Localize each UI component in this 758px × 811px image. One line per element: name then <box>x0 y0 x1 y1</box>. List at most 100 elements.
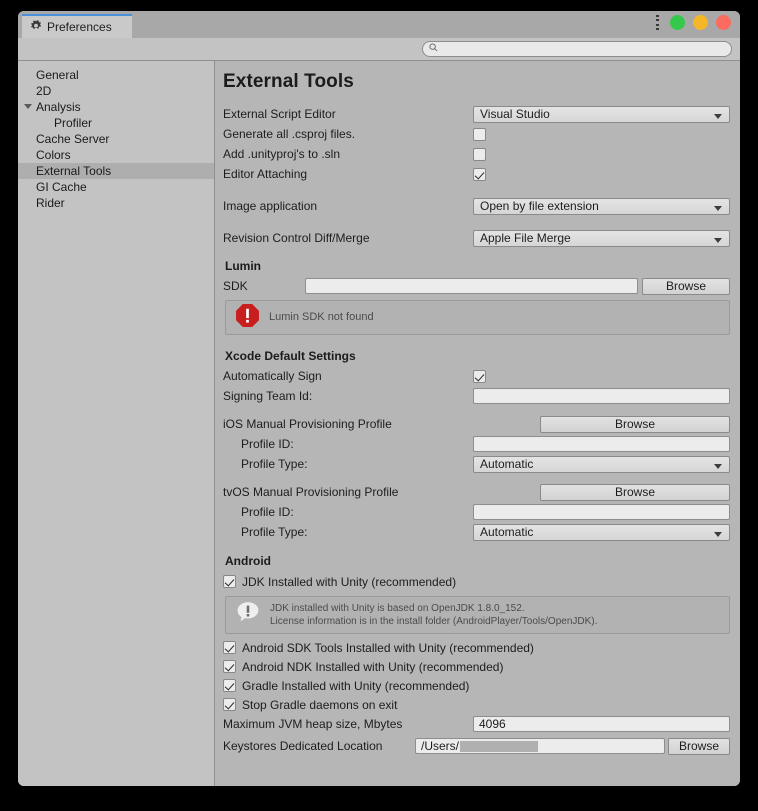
row-signing-team-id: Signing Team Id: <box>223 387 730 405</box>
page-title: External Tools <box>223 71 354 92</box>
revision-control-label: Revision Control Diff/Merge <box>223 231 370 245</box>
generate-csproj-label: Generate all .csproj files. <box>223 127 356 141</box>
preferences-window: Preferences General 2D Analysis Profiler… <box>18 11 740 786</box>
sidebar-item-label: Cache Server <box>36 132 110 146</box>
row-keystores-location: Keystores Dedicated Location /Users/ Bro… <box>223 736 730 756</box>
row-automatically-sign: Automatically Sign <box>223 367 730 385</box>
minimize-button[interactable] <box>670 15 685 30</box>
error-octagon-icon <box>235 303 260 333</box>
android-sdk-tools-checkbox[interactable] <box>223 641 236 654</box>
sidebar-item-label: External Tools <box>36 164 112 178</box>
chevron-down-icon <box>714 205 722 211</box>
stop-gradle-checkbox[interactable] <box>223 698 236 711</box>
chevron-down-icon <box>714 463 722 469</box>
sidebar-item-label: Rider <box>36 196 65 210</box>
keystores-location-input[interactable]: /Users/ <box>415 738 665 754</box>
chevron-down-icon <box>714 237 722 243</box>
ios-profile-id-input[interactable] <box>473 436 730 452</box>
tvos-profile-browse-button[interactable]: Browse <box>540 483 730 501</box>
automatically-sign-checkbox[interactable] <box>473 369 486 383</box>
external-script-editor-dropdown[interactable]: Visual Studio <box>473 105 730 123</box>
jdk-installed-checkbox[interactable] <box>223 575 236 588</box>
ios-profile-id-label: Profile ID: <box>241 437 294 451</box>
external-script-editor-value: Visual Studio <box>480 107 550 121</box>
android-sdk-tools-label: Android SDK Tools Installed with Unity (… <box>242 640 534 655</box>
android-info-line2: License information is in the install fo… <box>270 616 598 627</box>
ios-profile-browse-button[interactable]: Browse <box>540 415 730 433</box>
ios-profile-type-value: Automatic <box>480 457 534 471</box>
row-add-unityproj: Add .unityproj's to .sln <box>223 145 730 163</box>
android-section-title: Android <box>225 554 271 568</box>
window-controls <box>656 15 731 30</box>
sidebar-item-label: Analysis <box>36 100 81 114</box>
tab-label: Preferences <box>47 20 112 34</box>
row-jdk-installed: JDK Installed with Unity (recommended) <box>223 572 730 591</box>
gradle-label: Gradle Installed with Unity (recommended… <box>242 678 470 693</box>
android-info-line1: JDK installed with Unity is based on Ope… <box>270 603 525 614</box>
tvos-profile-id-input[interactable] <box>473 504 730 520</box>
redacted-path-block <box>460 740 539 752</box>
gradle-checkbox[interactable] <box>223 679 236 692</box>
row-editor-attaching: Editor Attaching <box>223 165 730 183</box>
sidebar-item-analysis[interactable]: Analysis <box>18 99 214 115</box>
android-ndk-label: Android NDK Installed with Unity (recomm… <box>242 659 504 674</box>
search-icon <box>429 43 438 55</box>
title-bar: Preferences <box>18 11 740 38</box>
tvos-profile-type-dropdown[interactable]: Automatic <box>473 523 730 541</box>
sidebar-item-label: Profiler <box>54 116 93 130</box>
lumin-sdk-input[interactable] <box>305 278 638 294</box>
sidebar-item-rider[interactable]: Rider <box>18 195 214 211</box>
keystores-location-value: /Users/ <box>421 739 460 753</box>
stop-gradle-label: Stop Gradle daemons on exit <box>242 697 398 712</box>
lumin-error-message: Lumin SDK not found <box>269 311 374 323</box>
sidebar-item-label: GI Cache <box>36 180 87 194</box>
add-unityproj-checkbox[interactable] <box>473 147 486 161</box>
keystores-browse-button[interactable]: Browse <box>668 737 730 755</box>
jdk-installed-label: JDK Installed with Unity (recommended) <box>242 574 457 589</box>
image-application-dropdown[interactable]: Open by file extension <box>473 197 730 215</box>
tvos-profile-type-value: Automatic <box>480 525 534 539</box>
lumin-browse-button[interactable]: Browse <box>642 277 730 295</box>
tvos-profile-type-label: Profile Type: <box>241 525 308 539</box>
android-ndk-checkbox[interactable] <box>223 660 236 673</box>
search-input[interactable] <box>422 41 732 57</box>
sidebar-item-2d[interactable]: 2D <box>18 83 214 99</box>
row-android-sdk-tools: Android SDK Tools Installed with Unity (… <box>223 638 730 657</box>
sidebar-item-general[interactable]: General <box>18 67 214 83</box>
row-external-script-editor: External Script Editor Visual Studio <box>223 105 730 123</box>
sidebar-item-colors[interactable]: Colors <box>18 147 214 163</box>
close-button[interactable] <box>716 15 731 30</box>
row-image-application: Image application Open by file extension <box>223 197 730 215</box>
jvm-heap-input[interactable]: 4096 <box>473 716 730 732</box>
android-jdk-info-box: JDK installed with Unity is based on Ope… <box>225 596 730 634</box>
ios-profile-type-label: Profile Type: <box>241 457 308 471</box>
info-bubble-icon <box>235 600 261 631</box>
sidebar-item-gi-cache[interactable]: GI Cache <box>18 179 214 195</box>
image-application-value: Open by file extension <box>480 199 599 213</box>
maximize-button[interactable] <box>693 15 708 30</box>
generate-csproj-checkbox[interactable] <box>473 127 486 141</box>
external-script-editor-label: External Script Editor <box>223 107 336 121</box>
drag-handle-icon[interactable] <box>656 15 659 30</box>
row-gradle: Gradle Installed with Unity (recommended… <box>223 676 730 695</box>
row-revision-control: Revision Control Diff/Merge Apple File M… <box>223 229 730 247</box>
row-stop-gradle: Stop Gradle daemons on exit <box>223 695 730 714</box>
revision-control-dropdown[interactable]: Apple File Merge <box>473 229 730 247</box>
row-ios-provisioning-profile: iOS Manual Provisioning Profile Browse <box>223 415 730 433</box>
sidebar-item-external-tools[interactable]: External Tools <box>18 163 214 179</box>
row-jvm-heap: Maximum JVM heap size, Mbytes 4096 <box>223 714 730 734</box>
sidebar-item-label: General <box>36 68 79 82</box>
chevron-down-icon <box>714 113 722 119</box>
ios-profile-type-dropdown[interactable]: Automatic <box>473 455 730 473</box>
revision-control-value: Apple File Merge <box>480 231 571 245</box>
expander-triangle-icon[interactable] <box>24 104 32 109</box>
editor-attaching-checkbox[interactable] <box>473 167 486 181</box>
add-unityproj-label: Add .unityproj's to .sln <box>223 147 341 161</box>
tab-preferences[interactable]: Preferences <box>22 14 132 38</box>
sidebar-item-cache-server[interactable]: Cache Server <box>18 131 214 147</box>
row-tvos-profile-id: Profile ID: <box>223 503 730 521</box>
signing-team-id-input[interactable] <box>473 388 730 404</box>
sidebar-item-profiler[interactable]: Profiler <box>18 115 214 131</box>
android-jdk-info-text: JDK installed with Unity is based on Ope… <box>270 602 597 628</box>
row-android-ndk: Android NDK Installed with Unity (recomm… <box>223 657 730 676</box>
